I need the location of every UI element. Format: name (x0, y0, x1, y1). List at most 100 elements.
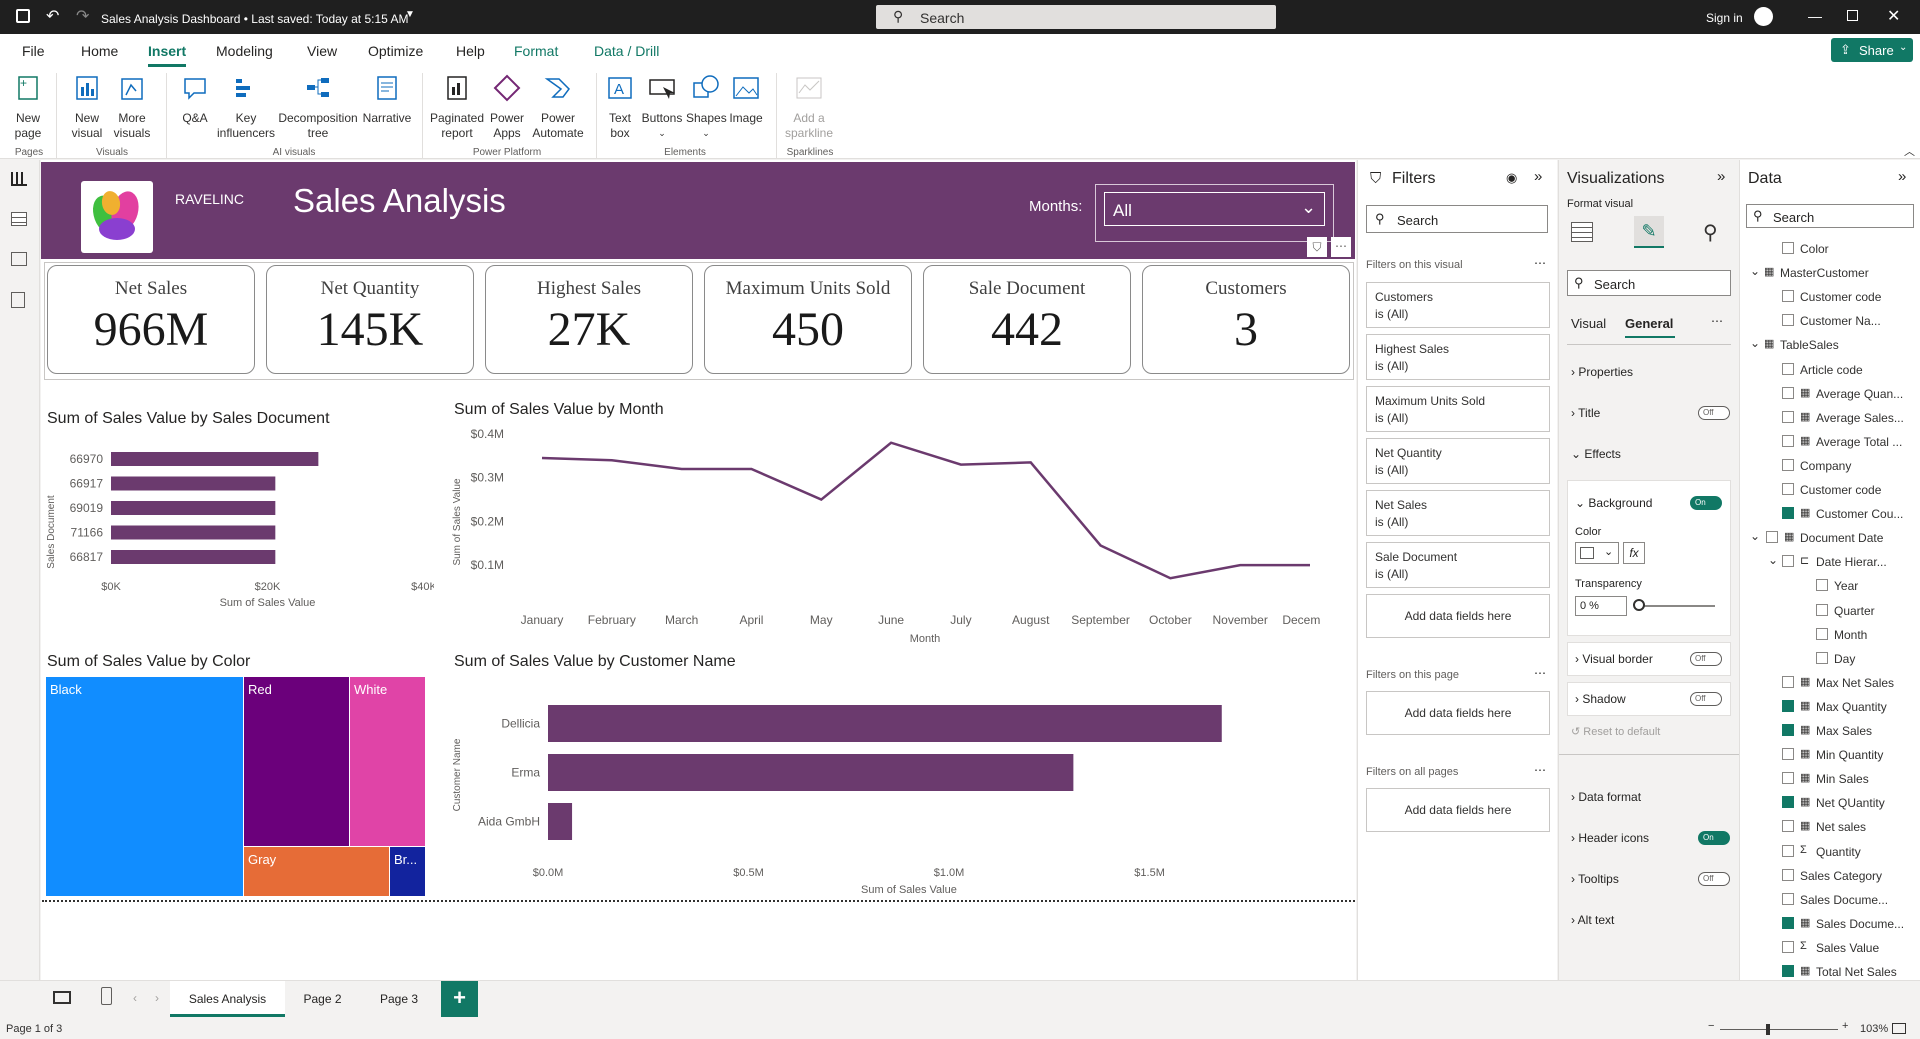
close-icon[interactable]: ✕ (1887, 6, 1900, 26)
fit-to-page-icon[interactable] (1892, 1023, 1906, 1034)
undo-icon[interactable]: ↶ (46, 6, 59, 26)
data-field-row[interactable]: Quarter (1740, 602, 1920, 622)
save-icon[interactable] (16, 9, 30, 23)
data-field-row[interactable]: Sales Docume... (1740, 891, 1920, 911)
data-field-row[interactable]: ▦ Net sales (1740, 818, 1920, 838)
image-button[interactable]: Image (726, 73, 766, 126)
collapse-pane-icon[interactable]: » (1717, 168, 1725, 185)
data-field-row[interactable]: ▦ Sales Docume... (1740, 915, 1920, 935)
data-field-row[interactable]: ▦ Max Sales (1740, 722, 1920, 742)
filter-card-net-quantity[interactable]: Net Quantity is (All) (1366, 438, 1550, 484)
field-checkbox[interactable] (1782, 724, 1794, 736)
field-checkbox[interactable] (1782, 844, 1794, 857)
card-highest-sales[interactable]: Highest Sales 27K (485, 265, 693, 374)
shadow-section[interactable]: › Shadow (1575, 692, 1626, 706)
shadow-toggle[interactable]: Off (1690, 692, 1722, 706)
add-page-button[interactable]: + (441, 981, 478, 1017)
tab-view[interactable]: View (307, 43, 337, 59)
shapes-button[interactable]: Shapes ⌄ (686, 73, 727, 141)
buttons-button[interactable]: Buttons ⌄ (640, 73, 684, 141)
header-icons-section[interactable]: › Header icons (1571, 831, 1649, 845)
decomposition-tree-button[interactable]: Decomposition tree (276, 73, 360, 141)
data-field-row[interactable]: ⌄ ▦ Document Date (1740, 529, 1920, 549)
sales-by-customer-bar-chart[interactable]: Customer Name Dellicia Erma Aida GmbH $0.0M $… (450, 690, 1320, 900)
more-options-icon[interactable]: ⋯ (1534, 763, 1546, 777)
field-checkbox[interactable] (1782, 290, 1794, 303)
minimize-icon[interactable]: — (1808, 8, 1822, 24)
redo-icon[interactable]: ↷ (76, 6, 89, 26)
filter-card-highest-sales[interactable]: Highest Sales is (All) (1366, 334, 1550, 380)
more-visuals-button[interactable]: More visuals (108, 73, 156, 141)
field-checkbox[interactable] (1782, 362, 1794, 375)
tooltips-section[interactable]: › Tooltips (1571, 872, 1619, 886)
field-checkbox[interactable] (1782, 796, 1794, 809)
field-checkbox[interactable] (1782, 940, 1794, 953)
fx-button[interactable]: fx (1623, 542, 1645, 564)
chevron-down-icon[interactable]: ⌄ (1750, 264, 1760, 278)
card-net-quantity[interactable]: Net Quantity 145K (266, 265, 474, 374)
field-checkbox[interactable] (1816, 651, 1828, 664)
data-field-row[interactable]: Σ Sales Value (1740, 939, 1920, 959)
paginated-report-button[interactable]: Paginated report (428, 73, 486, 141)
qna-button[interactable]: Q&A (175, 73, 215, 126)
field-checkbox[interactable] (1816, 579, 1828, 592)
data-format-section[interactable]: › Data format (1571, 790, 1641, 804)
alt-text-section[interactable]: › Alt text (1571, 913, 1614, 927)
field-checkbox[interactable] (1782, 868, 1794, 881)
model-view-icon[interactable] (11, 252, 27, 266)
data-field-row[interactable]: Customer code (1740, 288, 1920, 308)
page-tab-page-3[interactable]: Page 3 (360, 981, 438, 1017)
desktop-layout-icon[interactable] (53, 991, 71, 1004)
zoom-in-icon[interactable]: + (1842, 1020, 1848, 1032)
more-options-icon[interactable]: ⋯ (1331, 237, 1351, 257)
dax-query-icon[interactable] (11, 292, 25, 308)
data-field-row[interactable]: ▦ Min Quantity (1740, 746, 1920, 766)
tab-modeling[interactable]: Modeling (216, 43, 273, 59)
field-checkbox[interactable] (1782, 386, 1794, 399)
visual-border-section[interactable]: › Visual border (1575, 652, 1653, 666)
data-field-row[interactable]: Article code (1740, 361, 1920, 381)
chevron-down-icon[interactable]: ⌄ (1750, 336, 1760, 350)
add-data-fields-visual[interactable]: Add data fields here (1366, 594, 1550, 638)
more-options-icon[interactable]: ⋯ (1534, 666, 1546, 680)
filters-search[interactable]: ⚲ Search (1366, 205, 1548, 233)
filter-icon[interactable]: ⛉ (1307, 237, 1327, 257)
zoom-thumb[interactable] (1766, 1024, 1770, 1035)
key-influencers-button[interactable]: Key influencers (216, 73, 276, 141)
visual-border-toggle[interactable]: Off (1690, 652, 1722, 666)
new-visual-button[interactable]: New visual (64, 73, 110, 141)
card-maximum-units-sold[interactable]: Maximum Units Sold 450 (704, 265, 912, 374)
data-field-row[interactable]: ⌄ ▦ TableSales (1740, 336, 1920, 356)
tab-visual[interactable]: Visual (1571, 316, 1606, 331)
data-field-row[interactable]: ▦ Max Net Sales (1740, 674, 1920, 694)
power-apps-button[interactable]: Power Apps (486, 73, 528, 141)
data-field-row[interactable]: Color (1740, 240, 1920, 260)
data-field-row[interactable]: ▦ Average Quan... (1740, 385, 1920, 405)
data-field-row[interactable]: Customer code (1740, 481, 1920, 501)
chevron-down-icon[interactable]: ⌄ (1768, 553, 1778, 567)
field-checkbox[interactable] (1782, 748, 1794, 761)
chevron-down-icon[interactable]: ⌄ (1750, 529, 1760, 543)
header-icons-toggle[interactable]: On (1698, 831, 1730, 845)
months-slicer[interactable]: All ⌄ (1095, 184, 1334, 242)
add-data-fields-page[interactable]: Add data fields here (1366, 691, 1550, 735)
viz-search[interactable]: ⚲ Search (1567, 270, 1731, 296)
chevron-down-icon[interactable]: ▼ (405, 9, 415, 20)
field-checkbox[interactable] (1816, 603, 1828, 616)
tab-file[interactable]: File (22, 43, 45, 59)
field-checkbox[interactable] (1782, 314, 1794, 327)
tab-data-drill[interactable]: Data / Drill (594, 43, 659, 59)
new-page-button[interactable]: + New page (8, 73, 48, 141)
effects-section[interactable]: ⌄ Effects (1571, 447, 1621, 461)
properties-section[interactable]: › Properties (1571, 365, 1633, 379)
chevron-left-icon[interactable]: ‹ (133, 991, 137, 1005)
data-field-row[interactable]: ▦ Customer Cou... (1740, 505, 1920, 525)
narrative-button[interactable]: Narrative (360, 73, 414, 126)
sales-by-month-line-chart[interactable]: Sum of Sales Value $0.1M $0.2M $0.3M $0.4M Ja… (450, 422, 1320, 652)
maximize-icon[interactable] (1847, 10, 1858, 21)
reset-to-default[interactable]: ↺ Reset to default (1571, 725, 1660, 738)
tab-format[interactable]: Format (514, 43, 558, 59)
field-checkbox[interactable] (1782, 699, 1794, 712)
field-checkbox[interactable] (1782, 458, 1794, 471)
data-field-row[interactable]: Sales Category (1740, 867, 1920, 887)
